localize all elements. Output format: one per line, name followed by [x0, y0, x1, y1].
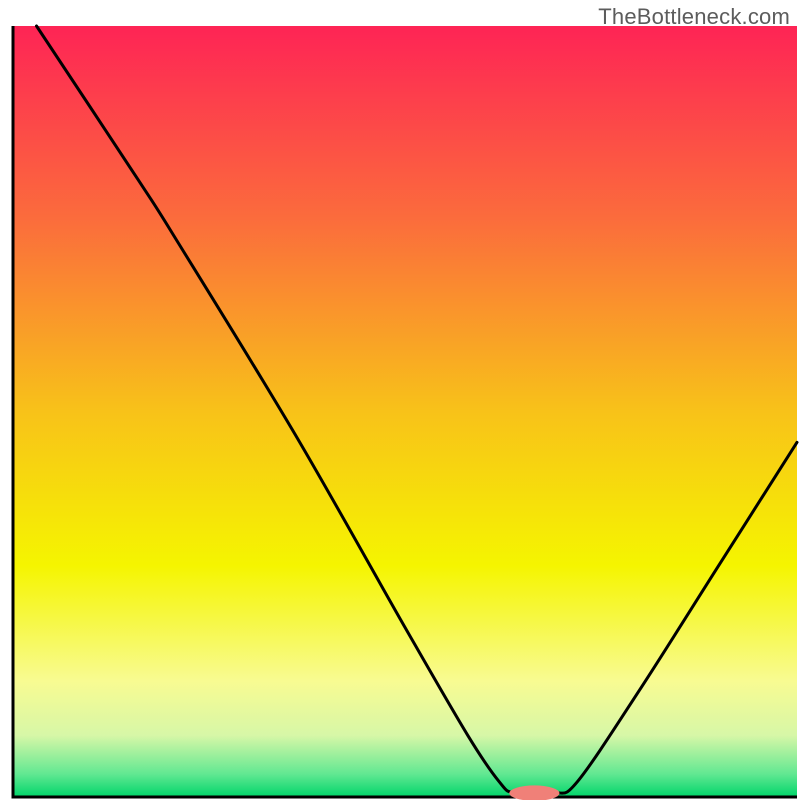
chart-stage: TheBottleneck.com [0, 0, 800, 800]
plot-background [13, 26, 797, 797]
bottleneck-chart [0, 0, 800, 800]
watermark-text: TheBottleneck.com [598, 4, 790, 30]
